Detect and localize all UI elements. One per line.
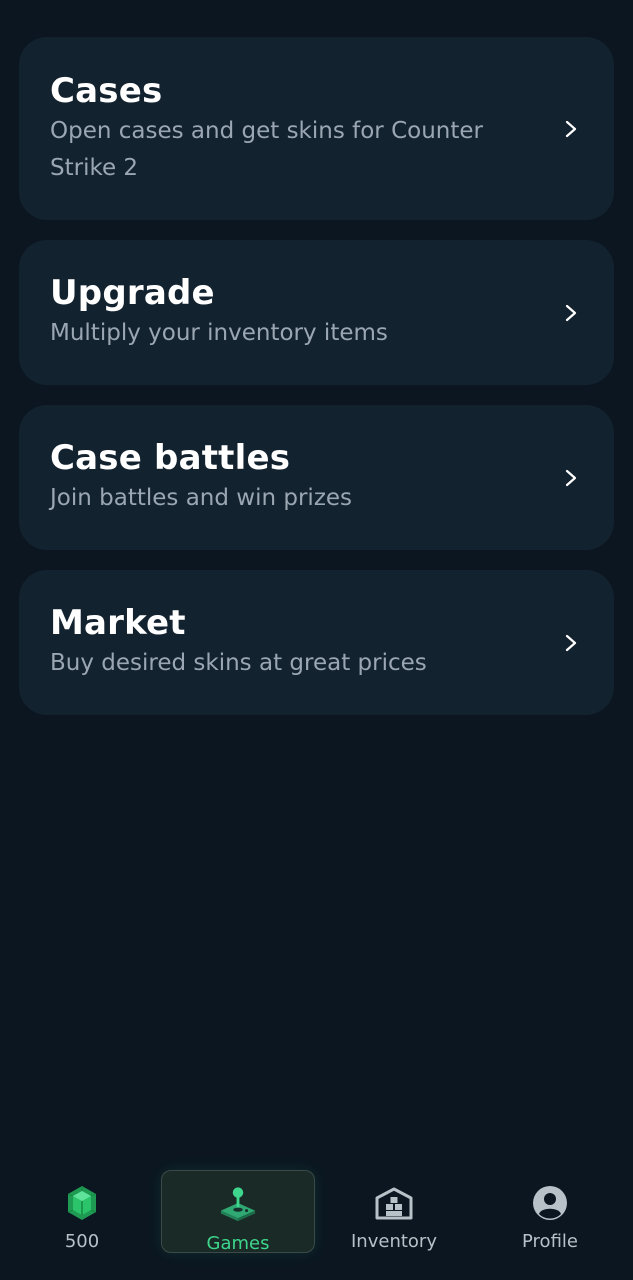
market-title: Market (50, 603, 186, 643)
cases-card[interactable]: Cases Open cases and get skins for Count… (19, 37, 614, 220)
upgrade-description: Multiply your inventory items (50, 320, 388, 346)
profile-label: Profile (522, 1231, 578, 1252)
nav-games[interactable]: Games (161, 1170, 315, 1254)
upgrade-title: Upgrade (50, 273, 215, 313)
inventory-label: Inventory (351, 1231, 437, 1252)
games-label: Games (206, 1233, 270, 1254)
games-menu: Cases Open cases and get skins for Count… (19, 37, 614, 735)
balance-label: 500 (64, 1231, 100, 1252)
nav-balance[interactable]: 500 (5, 1170, 159, 1253)
case-battles-card[interactable]: Case battles Join battles and win prizes (19, 405, 614, 550)
nav-profile[interactable]: Profile (473, 1170, 627, 1253)
market-card[interactable]: Market Buy desired skins at great prices (19, 570, 614, 715)
chevron-right-icon (565, 120, 577, 137)
case-battles-title: Case battles (50, 438, 291, 478)
upgrade-card[interactable]: Upgrade Multiply your inventory items (19, 240, 614, 385)
green-gem-icon (63, 1184, 101, 1221)
cases-description: Open cases and get skins for Counter Str… (50, 117, 483, 181)
chevron-right-icon (565, 634, 577, 651)
user-circle-icon (531, 1184, 569, 1221)
case-battles-description: Join battles and win prizes (50, 485, 353, 511)
market-description: Buy desired skins at great prices (50, 650, 427, 676)
bottom-navigation: 500 Games Inventory Profile (0, 1160, 633, 1264)
warehouse-icon (375, 1184, 413, 1221)
nav-inventory[interactable]: Inventory (317, 1170, 471, 1253)
joystick-icon (219, 1185, 257, 1223)
chevron-right-icon (565, 304, 577, 321)
chevron-right-icon (565, 469, 577, 486)
cases-title: Cases (50, 70, 163, 111)
